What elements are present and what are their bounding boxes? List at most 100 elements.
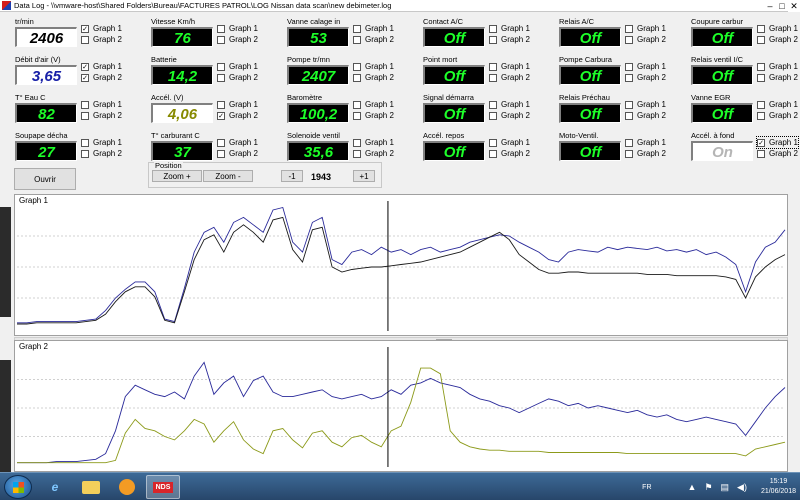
checkbox-box[interactable]	[217, 62, 225, 71]
checkbox-box[interactable]	[757, 35, 765, 44]
graph1-checkbox[interactable]: Graph 1	[489, 99, 530, 110]
graph2-checkbox[interactable]: Graph 2	[353, 148, 394, 159]
checkbox-box[interactable]	[217, 24, 225, 33]
show-hidden-icons-icon[interactable]: ▲	[688, 482, 697, 492]
checkbox-box[interactable]	[625, 149, 633, 158]
graph2-checkbox[interactable]: Graph 2	[625, 148, 666, 159]
graph1-chart[interactable]	[15, 195, 787, 335]
graph1-checkbox[interactable]: Graph 1	[625, 23, 666, 34]
graph2-chart[interactable]	[15, 341, 787, 471]
minimize-button[interactable]: –	[764, 0, 776, 12]
graph1-checkbox[interactable]: Graph 1	[353, 23, 394, 34]
checkbox-box[interactable]	[625, 111, 633, 120]
checkbox-box[interactable]	[353, 149, 361, 158]
graph2-checkbox[interactable]: Graph 2	[217, 34, 258, 45]
checkbox-box[interactable]	[217, 138, 225, 147]
checkbox-box[interactable]	[757, 73, 765, 82]
checkbox-box[interactable]	[353, 138, 361, 147]
graph1-panel[interactable]: Graph 1	[14, 194, 788, 336]
folder-icon[interactable]	[74, 475, 108, 499]
graph2-checkbox[interactable]: Graph 2	[757, 148, 798, 159]
checkbox-box[interactable]	[625, 73, 633, 82]
checkbox-box[interactable]	[81, 111, 89, 120]
volume-icon[interactable]: ◀)	[737, 482, 747, 493]
media-player-icon[interactable]	[110, 475, 144, 499]
graph1-checkbox[interactable]: ✓ Graph 1	[81, 23, 122, 34]
graph2-checkbox[interactable]: ✓ Graph 2	[81, 72, 122, 83]
graph2-checkbox[interactable]: Graph 2	[217, 148, 258, 159]
taskbar-app-nds[interactable]: NDS	[146, 475, 180, 499]
graph2-checkbox[interactable]: Graph 2	[353, 110, 394, 121]
graph2-checkbox[interactable]: Graph 2	[625, 110, 666, 121]
checkbox-box[interactable]	[489, 35, 497, 44]
graph2-checkbox[interactable]: Graph 2	[757, 110, 798, 121]
checkbox-box[interactable]	[757, 149, 765, 158]
checkbox-box[interactable]: ✓	[217, 111, 225, 120]
graph1-checkbox[interactable]: Graph 1	[489, 61, 530, 72]
graph2-checkbox[interactable]: Graph 2	[489, 34, 530, 45]
graph2-checkbox[interactable]: Graph 2	[625, 34, 666, 45]
graph1-checkbox[interactable]: Graph 1	[489, 137, 530, 148]
open-button[interactable]: Ouvrir	[14, 168, 76, 190]
graph2-checkbox[interactable]: Graph 2	[81, 34, 122, 45]
graph2-checkbox[interactable]: Graph 2	[489, 148, 530, 159]
graph2-checkbox[interactable]: Graph 2	[489, 72, 530, 83]
graph1-checkbox[interactable]: ✓ Graph 1	[81, 61, 122, 72]
checkbox-box[interactable]	[81, 35, 89, 44]
graph2-checkbox[interactable]: Graph 2	[217, 72, 258, 83]
maximize-button[interactable]: □	[776, 0, 788, 12]
checkbox-box[interactable]	[625, 24, 633, 33]
checkbox-box[interactable]	[353, 111, 361, 120]
checkbox-box[interactable]	[353, 24, 361, 33]
checkbox-box[interactable]	[757, 62, 765, 71]
graph2-checkbox[interactable]: Graph 2	[625, 72, 666, 83]
graph1-checkbox[interactable]: Graph 1	[353, 99, 394, 110]
graph1-checkbox[interactable]: Graph 1	[217, 61, 258, 72]
graph1-checkbox[interactable]: Graph 1	[489, 23, 530, 34]
graph2-checkbox[interactable]: Graph 2	[81, 110, 122, 121]
graph2-checkbox[interactable]: Graph 2	[353, 34, 394, 45]
graph1-checkbox[interactable]: Graph 1	[625, 61, 666, 72]
checkbox-box[interactable]	[353, 100, 361, 109]
checkbox-box[interactable]	[81, 100, 89, 109]
checkbox-box[interactable]	[217, 35, 225, 44]
checkbox-box[interactable]	[217, 73, 225, 82]
checkbox-box[interactable]	[81, 149, 89, 158]
checkbox-box[interactable]	[489, 73, 497, 82]
checkbox-box[interactable]	[625, 138, 633, 147]
step-back-button[interactable]: -1	[281, 170, 303, 182]
checkbox-box[interactable]	[625, 100, 633, 109]
network-icon[interactable]: ▤	[721, 482, 730, 493]
language-indicator[interactable]: FR	[642, 484, 651, 491]
checkbox-box[interactable]	[757, 111, 765, 120]
graph1-checkbox[interactable]: ✓ Graph 1	[756, 136, 799, 149]
checkbox-box[interactable]	[489, 111, 497, 120]
graph1-checkbox[interactable]: Graph 1	[757, 23, 798, 34]
checkbox-box[interactable]	[489, 62, 497, 71]
checkbox-box[interactable]	[757, 100, 765, 109]
checkbox-box[interactable]	[217, 149, 225, 158]
checkbox-box[interactable]	[625, 35, 633, 44]
graph1-checkbox[interactable]: Graph 1	[757, 61, 798, 72]
ie-icon[interactable]: e	[38, 475, 72, 499]
close-button[interactable]: ✕	[788, 0, 800, 12]
graph1-checkbox[interactable]: Graph 1	[81, 99, 122, 110]
checkbox-box[interactable]	[353, 35, 361, 44]
graph1-checkbox[interactable]: Graph 1	[625, 137, 666, 148]
graph1-checkbox[interactable]: Graph 1	[217, 23, 258, 34]
graph1-checkbox[interactable]: Graph 1	[625, 99, 666, 110]
checkbox-box[interactable]	[757, 24, 765, 33]
checkbox-box[interactable]	[489, 149, 497, 158]
graph2-checkbox[interactable]: Graph 2	[81, 148, 122, 159]
graph2-checkbox[interactable]: Graph 2	[757, 72, 798, 83]
checkbox-box[interactable]: ✓	[81, 24, 89, 33]
graph1-checkbox[interactable]: Graph 1	[353, 61, 394, 72]
flag-icon[interactable]: ⚑	[704, 482, 712, 493]
checkbox-box[interactable]	[353, 62, 361, 71]
graph2-panel[interactable]: Graph 2	[14, 340, 788, 472]
clock[interactable]: 15:19 21/06/2018	[761, 477, 796, 497]
checkbox-box[interactable]: ✓	[757, 138, 765, 147]
graph1-checkbox[interactable]: Graph 1	[217, 99, 258, 110]
graph1-checkbox[interactable]: Graph 1	[217, 137, 258, 148]
checkbox-box[interactable]	[489, 100, 497, 109]
